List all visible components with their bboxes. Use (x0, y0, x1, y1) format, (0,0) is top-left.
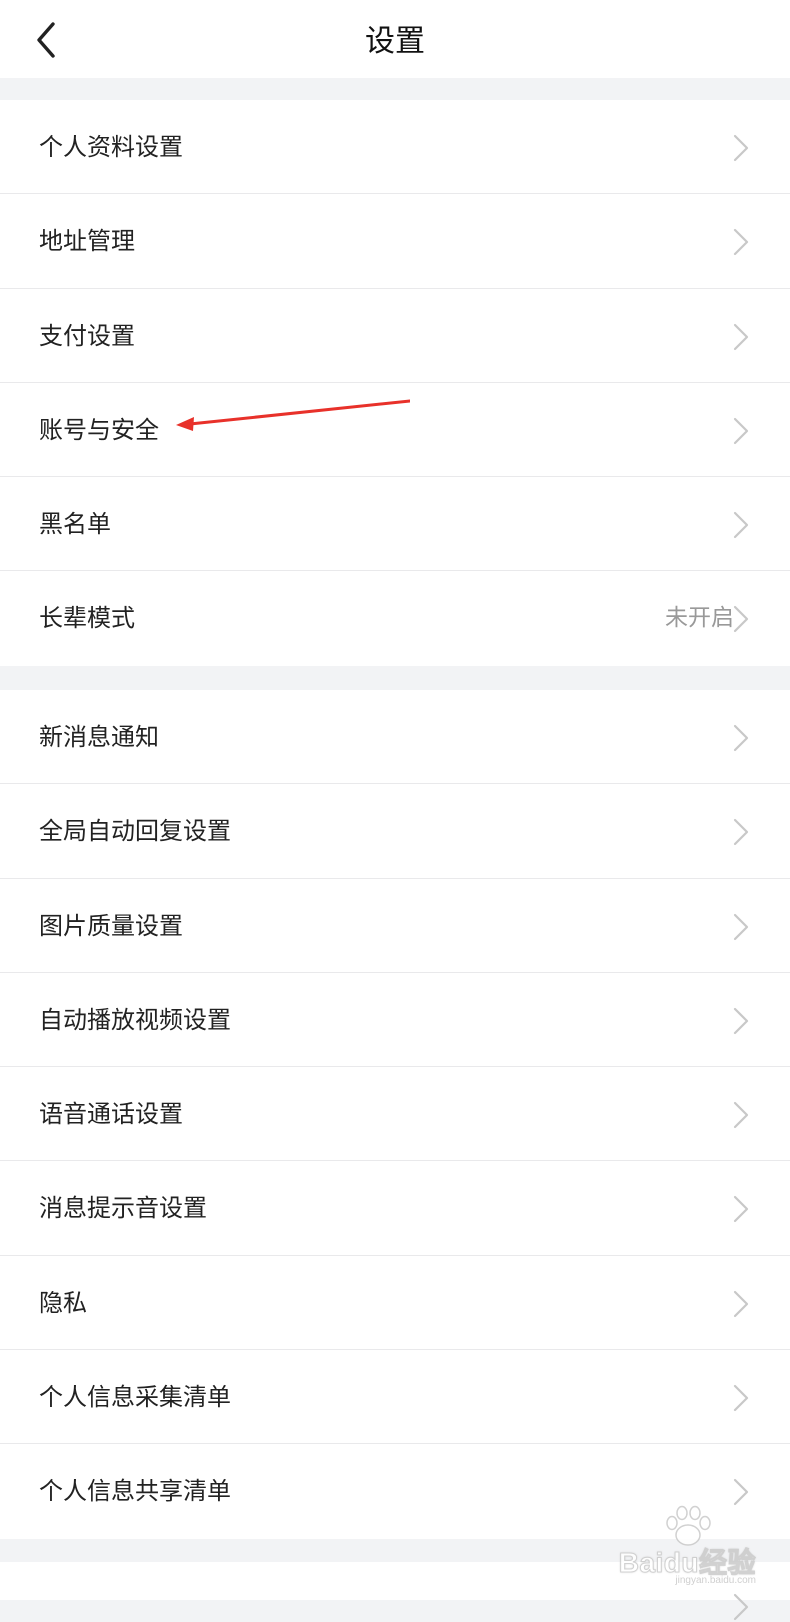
settings-item-auto-reply[interactable]: 全局自动回复设置 (0, 784, 790, 879)
settings-item-label: 图片质量设置 (39, 911, 183, 940)
chevron-right-icon (732, 1194, 750, 1224)
chevron-right-icon (732, 416, 750, 446)
settings-item-label: 长辈模式 (39, 604, 135, 633)
settings-item-address[interactable]: 地址管理 (0, 194, 790, 289)
settings-item-label: 黑名单 (39, 510, 111, 539)
settings-item-profile[interactable]: 个人资料设置 (0, 100, 790, 195)
settings-group-account: 个人资料设置 地址管理 支付设置 账号与安全 黑名单 长辈模式 未开启 (0, 100, 790, 666)
page-title: 设置 (365, 24, 425, 59)
chevron-right-icon (732, 723, 750, 753)
settings-item-info-collection-list[interactable]: 个人信息采集清单 (0, 1350, 790, 1445)
settings-item-label: 个人信息共享清单 (39, 1477, 231, 1506)
chevron-right-icon (732, 1477, 750, 1507)
settings-item-elder-mode[interactable]: 长辈模式 未开启 (0, 571, 790, 665)
settings-item-label: 新消息通知 (39, 723, 159, 751)
chevron-right-icon (732, 133, 750, 163)
chevron-right-icon (732, 1006, 750, 1036)
settings-item-image-quality[interactable]: 图片质量设置 (0, 879, 790, 973)
chevron-right-icon (732, 1289, 750, 1319)
settings-item-privacy[interactable]: 隐私 (0, 1256, 790, 1351)
chevron-right-icon (732, 1100, 750, 1130)
settings-item-label: 隐私 (39, 1288, 87, 1317)
chevron-right-icon (732, 912, 750, 942)
settings-item-account-security[interactable]: 账号与安全 (0, 383, 790, 478)
elder-mode-status: 未开启 (665, 605, 734, 632)
chevron-right-icon (732, 1383, 750, 1413)
chevron-right-icon (732, 322, 750, 352)
chevron-right-icon (732, 604, 750, 634)
settings-group-general: 新消息通知 全局自动回复设置 图片质量设置 自动播放视频设置 语音通话设置 消息… (0, 690, 790, 1539)
settings-item-label: 自动播放视频设置 (39, 1005, 231, 1034)
settings-item-label: 语音通话设置 (39, 1100, 183, 1129)
top-nav-bar: 设置 (0, 0, 790, 78)
settings-item-autoplay-video[interactable]: 自动播放视频设置 (0, 973, 790, 1068)
settings-item-message-sound[interactable]: 消息提示音设置 (0, 1161, 790, 1256)
settings-item-label: 消息提示音设置 (39, 1194, 207, 1223)
settings-item-payment[interactable]: 支付设置 (0, 289, 790, 383)
settings-item-label: 全局自动回复设置 (39, 817, 231, 846)
settings-item-label: 支付设置 (39, 321, 135, 350)
chevron-right-icon (732, 510, 750, 540)
settings-item-info-sharing-list[interactable]: 个人信息共享清单 (0, 1444, 790, 1538)
settings-item-label: 地址管理 (39, 227, 135, 256)
settings-item-new-message-notify[interactable]: 新消息通知 (0, 690, 790, 785)
chevron-right-icon (732, 1592, 750, 1622)
settings-item-label: 账号与安全 (39, 415, 159, 444)
settings-item-label: 个人资料设置 (39, 133, 183, 161)
settings-group-next (0, 1562, 790, 1621)
settings-item-voice-call[interactable]: 语音通话设置 (0, 1067, 790, 1162)
chevron-right-icon (732, 227, 750, 257)
chevron-right-icon (732, 817, 750, 847)
settings-item-blacklist[interactable]: 黑名单 (0, 477, 790, 572)
settings-item-label: 个人信息采集清单 (39, 1383, 231, 1412)
